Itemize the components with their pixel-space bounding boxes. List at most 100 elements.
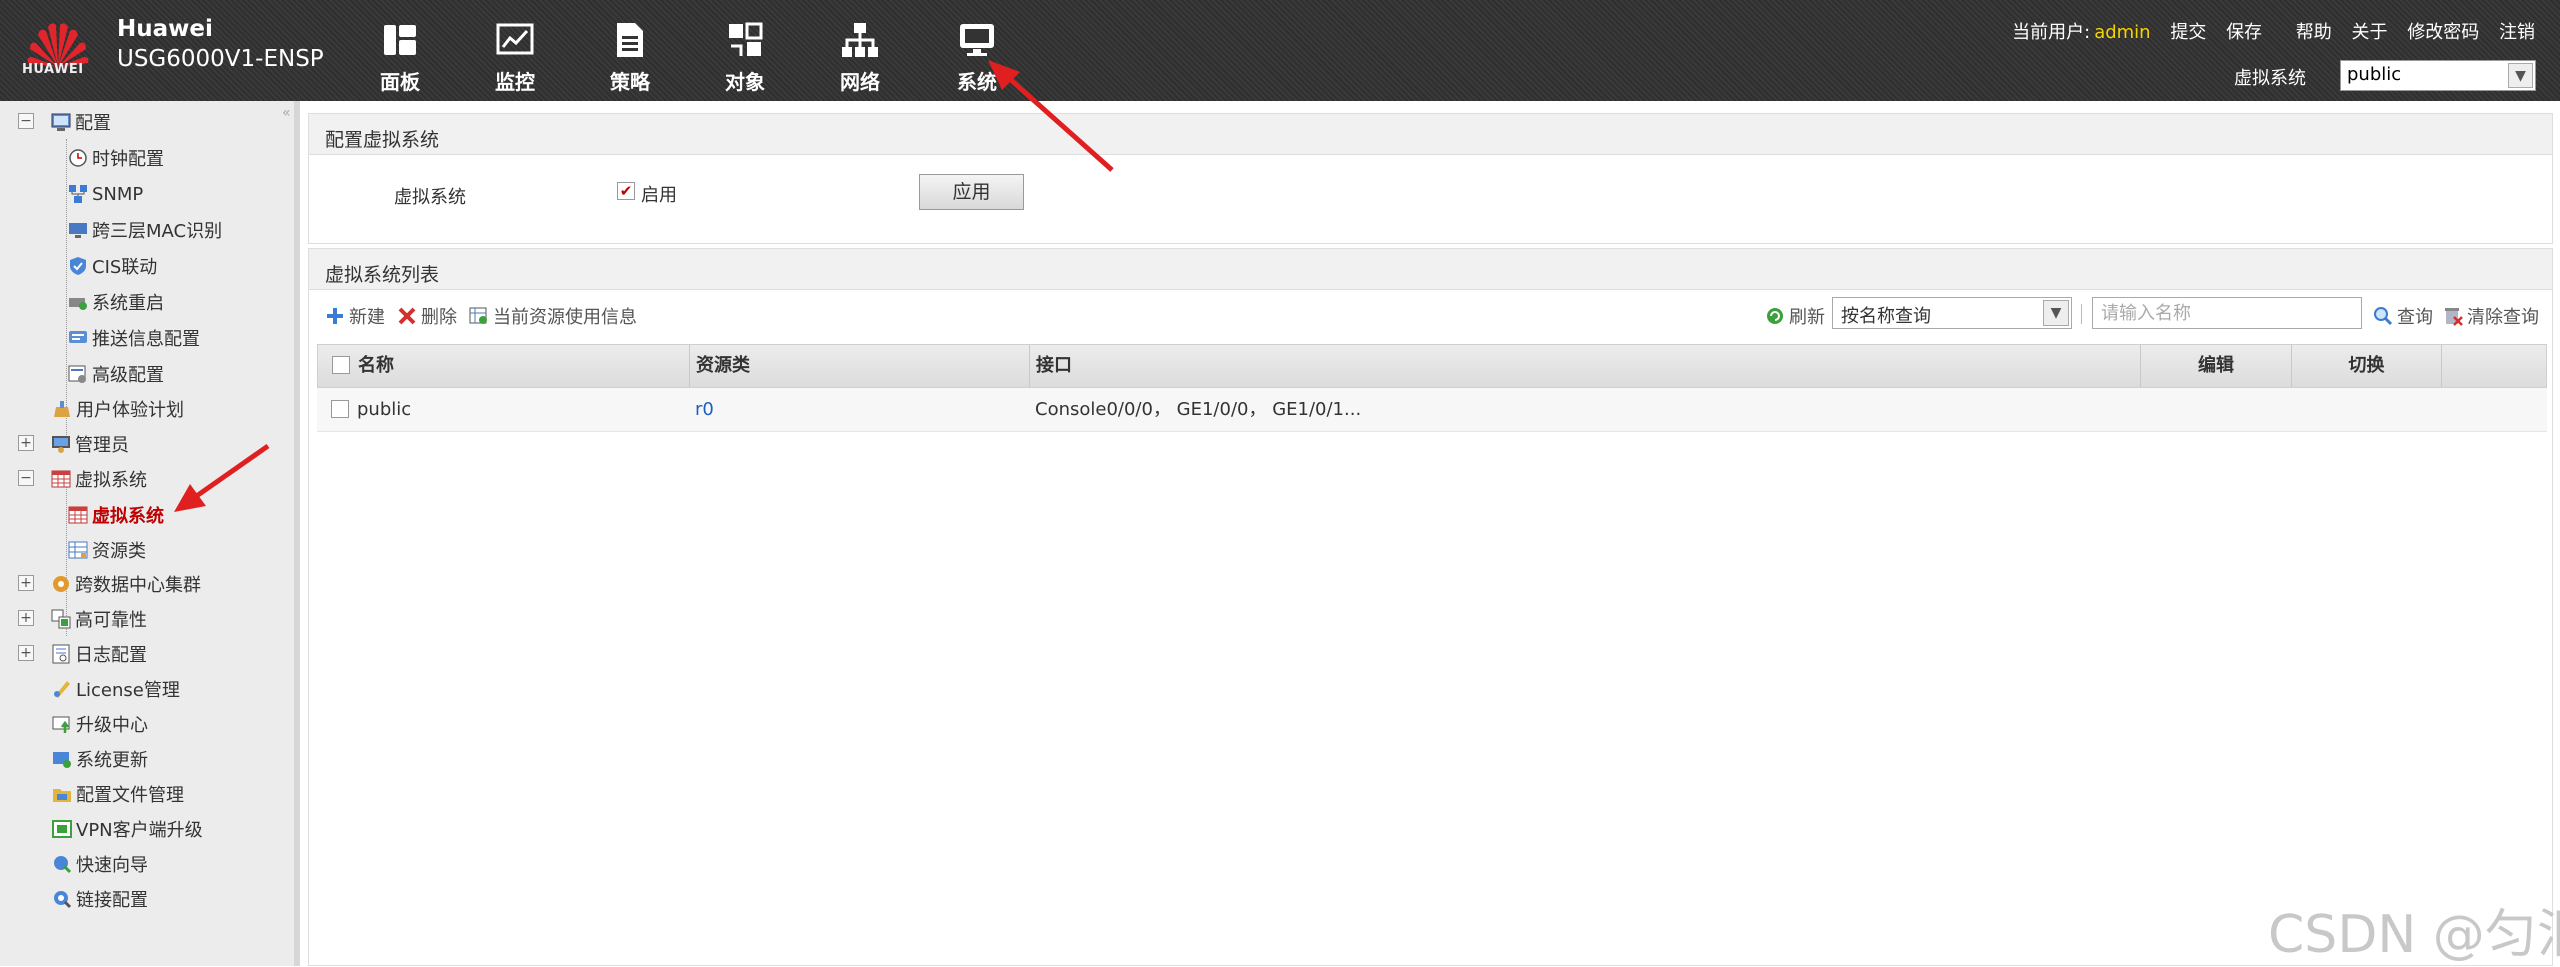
sidebar-item-admin[interactable]: + 管理员 bbox=[16, 429, 129, 459]
current-user-label: 当前用户: bbox=[2012, 22, 2091, 43]
monitor-chart-icon bbox=[496, 23, 534, 55]
vsys-icon bbox=[68, 506, 88, 524]
new-button[interactable]: 新建 bbox=[325, 303, 385, 329]
sidebar-item-config-file[interactable]: 配置文件管理 bbox=[52, 779, 184, 809]
list-panel-title: 虚拟系统列表 bbox=[308, 248, 2553, 290]
sidebar-item-quick-wizard[interactable]: 快速向导 bbox=[52, 849, 148, 879]
save-link[interactable]: 保存 bbox=[2226, 22, 2262, 43]
search-mode-value: 按名称查询 bbox=[1841, 306, 1931, 327]
sidebar-item-log-config[interactable]: + 日志配置 bbox=[16, 639, 147, 669]
delete-button[interactable]: 删除 bbox=[397, 303, 457, 329]
enable-checkbox[interactable]: ✔ bbox=[617, 182, 635, 200]
config-icon bbox=[51, 113, 71, 131]
sidebar-item-vsys-group[interactable]: − 虚拟系统 bbox=[16, 464, 147, 494]
delete-x-icon bbox=[398, 307, 416, 325]
expand-icon[interactable]: + bbox=[18, 435, 34, 451]
select-all-checkbox[interactable] bbox=[332, 356, 350, 374]
collapse-sidebar-icon[interactable]: « bbox=[282, 105, 291, 121]
snmp-icon bbox=[69, 185, 87, 203]
enable-checkbox-label: 启用 bbox=[641, 185, 677, 206]
vpn-client-icon bbox=[52, 820, 72, 838]
cis-shield-icon bbox=[70, 257, 86, 275]
log-config-icon bbox=[52, 644, 70, 664]
query-button[interactable]: 查询 bbox=[2373, 303, 2433, 329]
column-header-name[interactable]: 名称 bbox=[358, 345, 690, 387]
config-file-icon bbox=[53, 789, 71, 802]
watermark: CSDN @匀泪 bbox=[2268, 905, 2560, 965]
sidebar-item-license[interactable]: License管理 bbox=[52, 674, 180, 704]
device-model: USG6000V1-ENSP bbox=[117, 46, 324, 72]
nav-system[interactable]: 系统 bbox=[932, 20, 1022, 95]
vsys-select[interactable]: public ▼ bbox=[2340, 60, 2536, 91]
logout-link[interactable]: 注销 bbox=[2499, 22, 2535, 43]
sidebar-item-mac-identify[interactable]: 跨三层MAC识别 bbox=[68, 215, 222, 245]
sidebar-item-snmp[interactable]: SNMP bbox=[68, 179, 143, 209]
refresh-button[interactable]: 刷新 bbox=[1765, 303, 1825, 329]
cell-resource-link[interactable]: r0 bbox=[695, 388, 714, 432]
about-link[interactable]: 关于 bbox=[2352, 22, 2388, 43]
nav-network[interactable]: 网络 bbox=[815, 20, 905, 95]
sidebar-item-vsys[interactable]: 虚拟系统 bbox=[68, 500, 164, 530]
row-checkbox[interactable] bbox=[331, 400, 349, 418]
resource-usage-icon bbox=[469, 307, 487, 324]
expand-icon[interactable]: + bbox=[18, 645, 34, 661]
nav-monitor[interactable]: 监控 bbox=[470, 20, 560, 95]
collapse-icon[interactable]: − bbox=[18, 470, 34, 486]
vsys-list-panel: 新建 删除 当前资源使用信息 刷新 按名称查询 ▼ 查询 清除查询 bbox=[308, 290, 2553, 966]
search-input[interactable] bbox=[2092, 297, 2362, 329]
chevron-down-icon[interactable]: ▼ bbox=[2508, 63, 2533, 88]
clear-query-button[interactable]: 清除查询 bbox=[2443, 303, 2539, 329]
sidebar-item-resource-class[interactable]: 资源类 bbox=[68, 535, 146, 565]
sidebar-item-clock-config[interactable]: 时钟配置 bbox=[68, 143, 164, 173]
sidebar-item-system-update[interactable]: 系统更新 bbox=[52, 744, 148, 774]
table-row[interactable]: public r0 Console0/0/0， GE1/0/0， GE1/0/1… bbox=[317, 388, 2547, 432]
sidebar-item-upgrade-center[interactable]: 升级中心 bbox=[52, 709, 148, 739]
apply-button[interactable]: 应用 bbox=[919, 174, 1024, 210]
help-link[interactable]: 帮助 bbox=[2296, 22, 2332, 43]
submit-link[interactable]: 提交 bbox=[2170, 22, 2206, 43]
sidebar-item-push-message[interactable]: 推送信息配置 bbox=[68, 323, 200, 353]
upgrade-center-icon bbox=[52, 716, 70, 733]
chevron-down-icon[interactable]: ▼ bbox=[2043, 300, 2069, 326]
search-mode-select[interactable]: 按名称查询 ▼ bbox=[1832, 297, 2072, 329]
link-config-icon bbox=[54, 891, 72, 909]
advanced-config-icon bbox=[68, 365, 86, 383]
object-icon bbox=[729, 22, 763, 56]
sidebar-item-config[interactable]: − 配置 bbox=[16, 107, 111, 137]
change-password-link[interactable]: 修改密码 bbox=[2407, 22, 2479, 43]
column-header-switch: 切换 bbox=[2292, 345, 2442, 387]
sidebar-item-restart[interactable]: 系统重启 bbox=[68, 287, 164, 317]
mac-icon bbox=[69, 223, 87, 238]
sidebar-item-vpn-client[interactable]: VPN客户端升级 bbox=[52, 814, 203, 844]
system-monitor-icon bbox=[960, 24, 994, 56]
resource-usage-button[interactable]: 当前资源使用信息 bbox=[469, 303, 637, 329]
top-header: HUAWEI Huawei USG6000V1-ENSP 面板 监控 策略 对象… bbox=[0, 0, 2560, 101]
sidebar-item-high-reliability[interactable]: + 高可靠性 bbox=[16, 604, 147, 634]
column-header-edit: 编辑 bbox=[2140, 345, 2292, 387]
sidebar-item-cis[interactable]: CIS联动 bbox=[68, 251, 157, 281]
sidebar-item-user-experience[interactable]: 用户体验计划 bbox=[52, 394, 184, 424]
sidebar-item-cross-dc-cluster[interactable]: + 跨数据中心集群 bbox=[16, 569, 201, 599]
toolbar-divider bbox=[2081, 304, 2082, 324]
nav-dashboard[interactable]: 面板 bbox=[355, 20, 445, 95]
nav-object[interactable]: 对象 bbox=[700, 20, 790, 95]
logo-text: HUAWEI bbox=[22, 62, 84, 77]
table-header: 名称 资源类 接口 编辑 切换 bbox=[317, 344, 2547, 388]
sidebar-item-advanced-config[interactable]: 高级配置 bbox=[68, 359, 164, 389]
clear-query-icon bbox=[2445, 308, 2463, 326]
user-experience-icon bbox=[54, 401, 70, 417]
quick-wizard-icon bbox=[54, 856, 72, 874]
system-update-icon bbox=[53, 752, 71, 768]
reliability-icon bbox=[51, 609, 71, 629]
collapse-icon[interactable]: − bbox=[18, 113, 34, 129]
vsys-field-label: 虚拟系统 bbox=[394, 187, 466, 208]
plus-icon bbox=[327, 308, 343, 324]
sidebar-item-link-config[interactable]: 链接配置 bbox=[52, 884, 148, 914]
sidebar: « − 配置 时钟配置 SNMP 跨三层MAC识别 CIS联动 系统重启 推送信… bbox=[0, 101, 300, 966]
column-header-resource[interactable]: 资源类 bbox=[696, 345, 1030, 387]
nav-policy[interactable]: 策略 bbox=[585, 20, 675, 95]
vsys-select-label: 虚拟系统 bbox=[2234, 68, 2306, 89]
expand-icon[interactable]: + bbox=[18, 575, 34, 591]
expand-icon[interactable]: + bbox=[18, 610, 34, 626]
network-icon bbox=[842, 23, 878, 57]
